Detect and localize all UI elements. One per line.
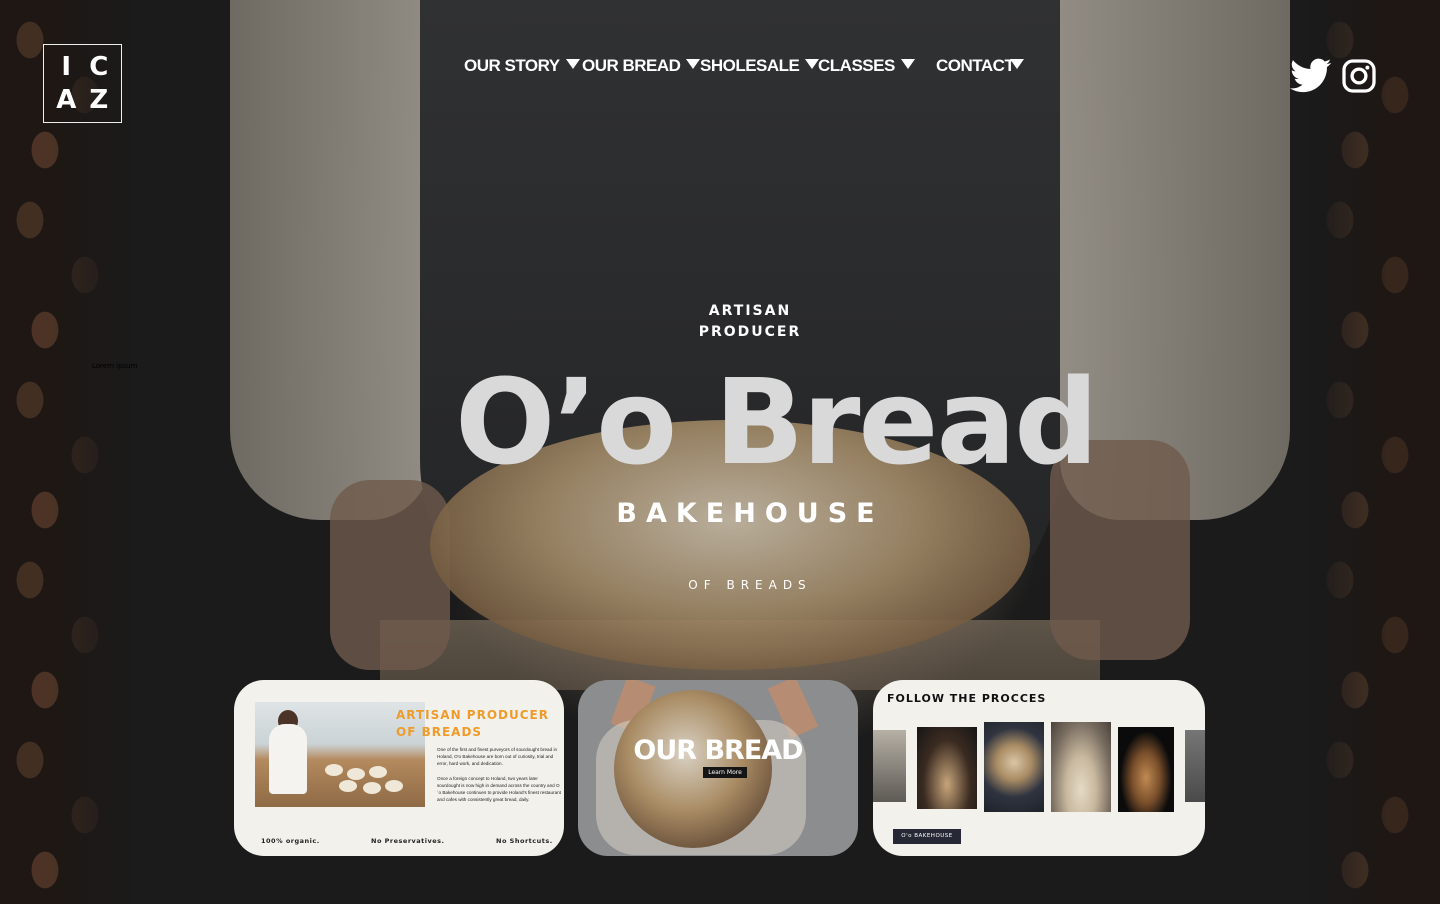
process-image[interactable] [873,730,906,802]
baker-figure [269,724,307,794]
nav-label: CONTACT [936,56,1015,75]
dropdown-arrow-icon [565,59,580,69]
hero-title: O’o Bread [455,353,1099,491]
twitter-icon[interactable] [1290,58,1332,94]
process-title: FOLLOW THE PROCCES [887,692,1047,705]
process-card[interactable]: FOLLOW THE PROCCES O'o BAKEHOUSE [873,680,1205,856]
process-image[interactable] [917,727,977,809]
bread-loaf [614,690,772,848]
hero-kicker-line: PRODUCER [698,324,802,340]
our-bread-title: OUR BREAD [633,735,803,766]
hero-subtitle: BAKEHOUSE [616,498,884,529]
nav-item-contact[interactable]: CONTACT [936,56,1025,76]
logo-letter: C [89,52,109,83]
dropdown-arrow-icon [1010,59,1025,69]
nav-item-our-bread[interactable]: OUR BREAD [582,56,701,76]
hero-kicker: ARTISAN PRODUCER [650,301,850,343]
dough-ball [325,764,343,776]
nav-label: OUR BREAD [582,56,681,75]
coffee-beans-left [0,0,130,904]
learn-more-button[interactable]: Learn More [703,767,747,778]
stray-text: Lorem ipsum [92,362,138,370]
site-logo[interactable]: I C A Z [43,44,122,123]
nav-label: CLASSES [818,56,895,75]
logo-letter: A [56,84,77,115]
our-bread-card[interactable]: OUR BREAD Learn More [578,680,858,856]
nav-item-our-story[interactable]: OUR STORY [464,56,580,76]
dropdown-arrow-icon [900,59,915,69]
coffee-beans-right [1310,0,1440,904]
about-card-title: ARTISAN PRODUCER OF BREADS [396,707,549,741]
feature-label: No Preservatives. [371,837,445,845]
hero-kicker-line: ARTISAN [708,303,792,319]
dough-ball [347,768,365,780]
feature-label: No Shortcuts. [496,837,553,845]
about-card-title-line: OF BREADS [396,725,483,739]
process-image[interactable] [1051,722,1111,812]
instagram-icon[interactable] [1341,58,1377,94]
nav-item-sholesale[interactable]: SHOLESALE [700,56,820,76]
hero-tagline: OF BREADS [688,578,812,592]
nav-label: OUR STORY [464,56,560,75]
dough-ball [363,782,381,794]
dough-ball [385,780,403,792]
process-image[interactable] [1185,730,1205,802]
nav-item-classes[interactable]: CLASSES [818,56,915,76]
about-paragraph: One of the first and finest purveyors of… [437,747,558,766]
baker-hand-left [330,480,450,670]
bakehouse-button[interactable]: O'o BAKEHOUSE [893,829,961,844]
logo-letter: Z [89,84,109,115]
about-card-title-line: ARTISAN PRODUCER [396,708,549,722]
dough-ball [339,780,357,792]
feature-label: 100% organic. [261,837,320,845]
process-image[interactable] [1118,727,1174,812]
logo-letter: I [61,52,72,83]
about-paragraph: Once a foreign concept to Holand, two ye… [437,776,561,802]
dough-ball [369,766,387,778]
dropdown-arrow-icon [686,59,701,69]
about-card[interactable]: ARTISAN PRODUCER OF BREADS One of the fi… [234,680,564,856]
baker-sleeve-left [230,0,430,520]
process-image[interactable] [984,722,1044,812]
nav-label: SHOLESALE [700,56,800,75]
hero-section: I C A Z OUR STORY OUR BREAD SHOLESALE CL… [0,0,1440,904]
